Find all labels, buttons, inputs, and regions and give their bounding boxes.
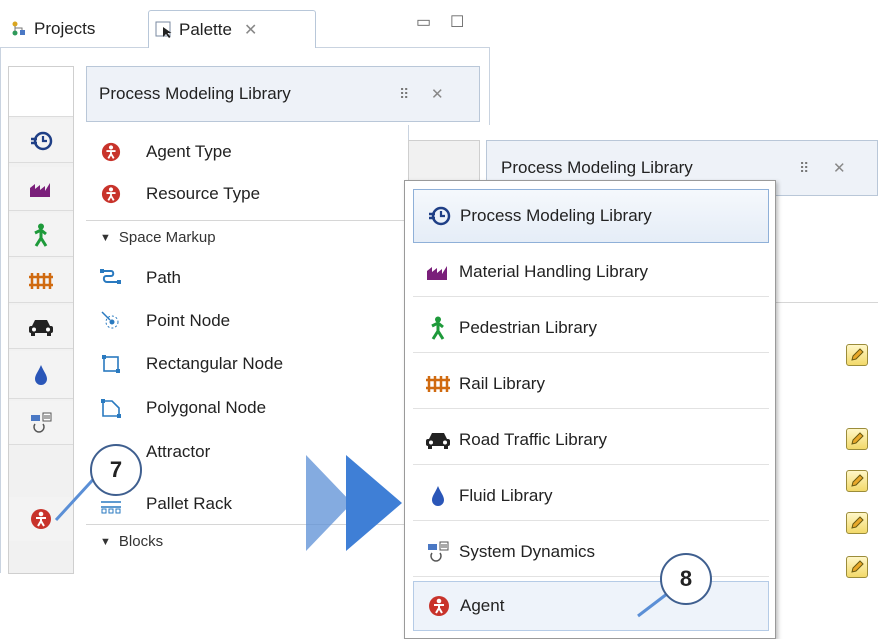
rail-icon — [29, 272, 53, 289]
palette-item-path[interactable]: Path — [100, 258, 181, 298]
menu-item-fluid[interactable]: Fluid Library — [413, 471, 769, 521]
agent-icon — [101, 184, 121, 204]
menu-item-label: Fluid Library — [459, 485, 553, 505]
material-handling-icon — [427, 265, 447, 280]
sidebar-material-handling[interactable] — [9, 167, 73, 211]
library-header[interactable]: Process Modeling Library ⠿ ✕ — [86, 66, 480, 122]
menu-item-agent[interactable]: Agent — [413, 581, 769, 631]
menu-item-material-handling[interactable]: Material Handling Library — [413, 247, 769, 297]
pedestrian-icon — [431, 316, 445, 340]
palette-item-agent-type[interactable]: Agent Type — [100, 132, 232, 172]
callout-number: 7 — [109, 457, 123, 482]
edit-pencil-icon[interactable] — [846, 344, 868, 366]
library-dropdown-menu: Process Modeling Library Material Handli… — [404, 180, 776, 639]
projects-icon — [12, 21, 25, 36]
agent-icon — [31, 509, 51, 529]
menu-item-system-dynamics[interactable]: System Dynamics — [413, 527, 769, 577]
menu-item-label: Agent — [460, 596, 505, 615]
view-options-icon[interactable]: ⠿ — [799, 160, 809, 177]
menu-item-label: Rail Library — [459, 373, 545, 393]
close-icon[interactable]: ✕ — [244, 20, 257, 40]
edit-pencil-icon[interactable] — [846, 512, 868, 534]
section-label: Space Markup — [118, 229, 216, 246]
minimize-icon[interactable]: ▭ — [416, 12, 431, 32]
callout-8: 8 — [660, 553, 712, 605]
item-label: Resource Type — [146, 184, 261, 203]
palette-item-polygonal-node[interactable]: Polygonal Node — [100, 388, 266, 428]
menu-item-pedestrian[interactable]: Pedestrian Library — [413, 303, 769, 353]
menu-item-rail[interactable]: Rail Library — [413, 359, 769, 409]
callout-number: 8 — [679, 566, 693, 591]
collapse-triangle-icon: ▼ — [100, 535, 111, 548]
view-options-icon[interactable]: ⠿ — [399, 86, 409, 103]
material-handling-icon — [30, 182, 50, 197]
library-title: Process Modeling Library — [99, 84, 291, 103]
transition-arrow-icon — [306, 455, 402, 551]
sidebar-system-dynamics[interactable] — [9, 401, 73, 445]
road-traffic-icon — [29, 319, 53, 336]
road-traffic-icon — [426, 432, 450, 449]
rectangular-node-icon — [102, 355, 120, 373]
close-icon[interactable]: ✕ — [431, 85, 444, 103]
item-label: Pallet Rack — [146, 494, 232, 513]
tab-bar: Projects Palette ✕ ▭ ☐ — [0, 0, 490, 49]
point-node-icon — [101, 311, 119, 329]
system-dynamics-icon — [31, 412, 52, 433]
menu-item-process-modeling[interactable]: Process Modeling Library — [413, 189, 769, 243]
menu-item-label: Road Traffic Library — [459, 429, 608, 449]
library-title: Process Modeling Library — [501, 158, 693, 177]
fluid-icon — [432, 485, 444, 506]
sidebar-empty-button[interactable] — [9, 67, 73, 117]
maximize-icon[interactable]: ☐ — [450, 12, 464, 32]
polygonal-node-icon — [101, 399, 121, 418]
system-dynamics-icon — [428, 541, 449, 562]
menu-item-label: Process Modeling Library — [460, 206, 652, 225]
sidebar-pedestrian[interactable] — [9, 213, 73, 257]
palette-item-resource-type[interactable]: Resource Type — [100, 174, 260, 214]
agent-icon — [101, 142, 121, 162]
item-label: Polygonal Node — [146, 398, 267, 417]
tab-projects-label: Projects — [34, 19, 96, 38]
menu-item-label: Pedestrian Library — [459, 317, 597, 337]
collapse-triangle-icon: ▼ — [100, 231, 111, 244]
item-label: Agent Type — [146, 142, 232, 161]
sidebar-process-modeling[interactable] — [9, 119, 73, 163]
section-label: Blocks — [118, 533, 164, 550]
menu-item-road-traffic[interactable]: Road Traffic Library — [413, 415, 769, 465]
edit-pencil-icon[interactable] — [846, 428, 868, 450]
menu-item-label: System Dynamics — [459, 541, 596, 561]
process-modeling-icon — [429, 206, 451, 226]
sidebar-fluid[interactable] — [9, 351, 73, 399]
palette-item-rectangular-node[interactable]: Rectangular Node — [100, 344, 283, 384]
section-space-markup[interactable]: ▼ Space Markup — [86, 220, 416, 254]
pedestrian-icon — [34, 223, 48, 247]
sidebar-rail[interactable] — [9, 259, 73, 303]
agent-icon — [429, 596, 449, 616]
tab-palette[interactable]: Palette ✕ — [148, 10, 316, 49]
item-label: Rectangular Node — [146, 354, 284, 373]
item-label: Point Node — [146, 311, 231, 330]
process-modeling-icon — [31, 131, 53, 150]
close-icon[interactable]: ✕ — [833, 159, 846, 177]
fluid-icon — [35, 364, 47, 385]
rail-icon — [426, 375, 450, 392]
tab-projects[interactable]: Projects — [6, 10, 148, 48]
menu-item-label: Material Handling Library — [459, 261, 648, 281]
palette-icon — [155, 21, 172, 38]
item-label: Path — [146, 268, 181, 287]
palette-item-point-node[interactable]: Point Node — [100, 301, 230, 341]
tab-palette-label: Palette — [179, 20, 232, 39]
edit-pencil-icon[interactable] — [846, 470, 868, 492]
callout-7: 7 — [90, 444, 142, 496]
sidebar-road-traffic[interactable] — [9, 305, 73, 349]
path-icon — [100, 269, 121, 284]
edit-pencil-icon[interactable] — [846, 556, 868, 578]
item-label: Attractor — [146, 442, 211, 461]
